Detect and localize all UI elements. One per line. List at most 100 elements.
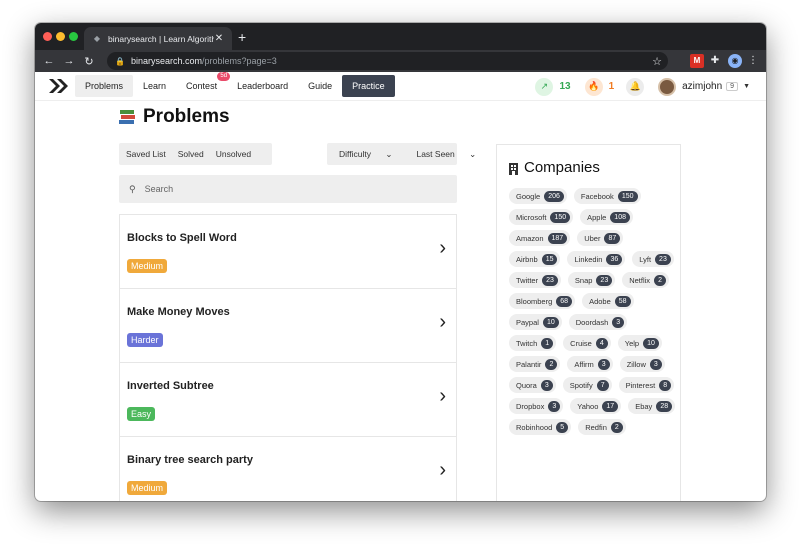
- company-chip[interactable]: Redfin 2: [578, 419, 626, 435]
- problem-list: Blocks to Spell Word Medium › Make Money…: [119, 214, 457, 501]
- gmail-extension-icon[interactable]: M: [690, 54, 704, 68]
- company-chip[interactable]: Zillow 3: [619, 356, 665, 372]
- company-name: Netflix: [629, 275, 651, 285]
- company-chip[interactable]: Linkedin 36: [567, 251, 626, 267]
- company-chip[interactable]: Dropbox 3: [509, 398, 564, 414]
- company-chip[interactable]: Twitch 1: [509, 335, 557, 351]
- tab-close-icon[interactable]: ✕: [214, 33, 224, 44]
- forward-icon[interactable]: →: [59, 55, 79, 67]
- address-bar[interactable]: 🔒 binarysearch.com /problems?page=3 ☆: [107, 52, 668, 70]
- company-name: Airbnb: [516, 254, 538, 264]
- chevron-down-icon[interactable]: ▼: [743, 83, 750, 90]
- chevron-right-icon: ›: [439, 459, 446, 481]
- search-input[interactable]: ⚲ Search: [119, 175, 457, 203]
- company-chip[interactable]: Palantir 2: [509, 356, 561, 372]
- url-path: /problems?page=3: [202, 56, 277, 66]
- streak-count: 13: [559, 81, 571, 92]
- bookmark-star-icon[interactable]: ☆: [652, 55, 662, 68]
- company-chip[interactable]: Google 206: [509, 188, 567, 204]
- company-name: Microsoft: [516, 212, 547, 222]
- nav-guide[interactable]: Guide: [298, 75, 342, 97]
- status-filter-group: Saved List Solved Unsolved: [119, 143, 272, 165]
- profile-icon[interactable]: ◉: [728, 54, 742, 68]
- tab-strip: ◆ binarysearch | Learn Algorithms ✕ +: [35, 23, 766, 50]
- company-name: Twitch: [516, 338, 538, 348]
- filter-saved-list[interactable]: Saved List: [119, 149, 172, 159]
- problem-row[interactable]: Blocks to Spell Word Medium ›: [120, 215, 456, 289]
- nav-contest[interactable]: Contest 5d: [176, 72, 231, 97]
- company-chip[interactable]: Cruise 4: [563, 335, 611, 351]
- company-chip[interactable]: Yelp 10: [617, 335, 662, 351]
- company-chip[interactable]: Microsoft 150: [509, 209, 574, 225]
- company-name: Lyft: [639, 254, 652, 264]
- difficulty-dropdown[interactable]: Difficulty ⌄: [327, 149, 404, 160]
- company-chip[interactable]: Yahoo 17: [570, 398, 622, 414]
- company-chip[interactable]: Twitter 23: [509, 272, 561, 288]
- company-chip[interactable]: Affirm 3: [567, 356, 613, 372]
- nav-leaderboard[interactable]: Leaderboard: [227, 75, 298, 97]
- company-name: Palantir: [516, 359, 542, 369]
- filter-solved[interactable]: Solved: [172, 149, 210, 159]
- company-name: Yahoo: [577, 401, 599, 411]
- company-chip[interactable]: Snap 23: [567, 272, 616, 288]
- company-count-badge: 36: [606, 253, 623, 265]
- company-count-badge: 68: [556, 295, 573, 307]
- browser-tab[interactable]: ◆ binarysearch | Learn Algorithms ✕: [84, 27, 232, 50]
- company-chip[interactable]: Adobe 58: [582, 293, 634, 309]
- company-name: Amazon: [516, 233, 544, 243]
- difficulty-badge: Easy: [127, 407, 156, 421]
- company-name: Ebay: [635, 401, 653, 411]
- company-chip[interactable]: Apple 108: [580, 209, 633, 225]
- username[interactable]: azimjohn: [682, 81, 722, 92]
- company-chip[interactable]: Facebook 150: [573, 188, 641, 204]
- company-chip[interactable]: Pinterest 8: [618, 377, 675, 393]
- company-name: Doordash: [575, 317, 609, 327]
- binarysearch-logo-icon[interactable]: [49, 79, 69, 93]
- extensions-puzzle-icon[interactable]: ✚: [708, 54, 722, 68]
- avatar[interactable]: [658, 77, 677, 96]
- company-count-badge: 3: [548, 400, 561, 412]
- difficulty-badge: Harder: [127, 333, 163, 347]
- company-count-badge: 58: [614, 295, 631, 307]
- company-chip[interactable]: Netflix 2: [622, 272, 669, 288]
- problem-row[interactable]: Inverted Subtree Easy ›: [120, 363, 456, 437]
- companies-panel: Companies Google 206 Facebook 150 Microsoft 1…: [496, 144, 681, 501]
- company-chip[interactable]: Bloomberg 68: [509, 293, 576, 309]
- problem-row[interactable]: Binary tree search party Medium ›: [120, 437, 456, 501]
- nav-learn[interactable]: Learn: [133, 75, 176, 97]
- nav-problems[interactable]: Problems: [75, 75, 134, 97]
- company-chip[interactable]: Amazon 187: [509, 230, 571, 246]
- companies-title: Companies: [524, 159, 600, 176]
- browser-menu-icon[interactable]: ⋮: [746, 54, 760, 68]
- new-tab-button[interactable]: +: [238, 29, 246, 45]
- company-chip[interactable]: Quora 3: [509, 377, 556, 393]
- company-chip[interactable]: Uber 87: [577, 230, 624, 246]
- company-count-badge: 1: [541, 337, 554, 349]
- company-chip[interactable]: Spotify 7: [562, 377, 612, 393]
- company-chip[interactable]: Paypal 10: [509, 314, 562, 330]
- problem-row[interactable]: Make Money Moves Harder ›: [120, 289, 456, 363]
- nav-practice[interactable]: Practice: [342, 75, 395, 97]
- maximize-window-button[interactable]: [69, 32, 78, 41]
- filter-unsolved[interactable]: Unsolved: [210, 149, 257, 159]
- minimize-window-button[interactable]: [56, 32, 65, 41]
- company-chip[interactable]: Lyft 23: [632, 251, 674, 267]
- company-chip[interactable]: Ebay 28: [628, 398, 676, 414]
- company-name: Uber: [584, 233, 601, 243]
- nav-contest-label: Contest: [186, 81, 218, 91]
- company-chip[interactable]: Doordash 3: [568, 314, 628, 330]
- company-count-badge: 28: [656, 400, 673, 412]
- back-icon[interactable]: ←: [39, 55, 59, 67]
- company-count-badge: 23: [655, 253, 671, 265]
- company-count-badge: 10: [542, 316, 559, 328]
- company-chip[interactable]: Airbnb 15: [509, 251, 561, 267]
- bell-icon[interactable]: 🔔: [626, 77, 645, 96]
- reload-icon[interactable]: ↻: [79, 55, 99, 68]
- company-chip[interactable]: Robinhood 5: [509, 419, 572, 435]
- close-window-button[interactable]: [43, 32, 52, 41]
- difficulty-badge: Medium: [127, 259, 168, 273]
- chevron-right-icon: ›: [439, 237, 446, 259]
- last-seen-dropdown[interactable]: Last Seen ⌄: [404, 149, 488, 160]
- company-name: Quora: [516, 380, 537, 390]
- difficulty-label: Difficulty: [339, 148, 371, 159]
